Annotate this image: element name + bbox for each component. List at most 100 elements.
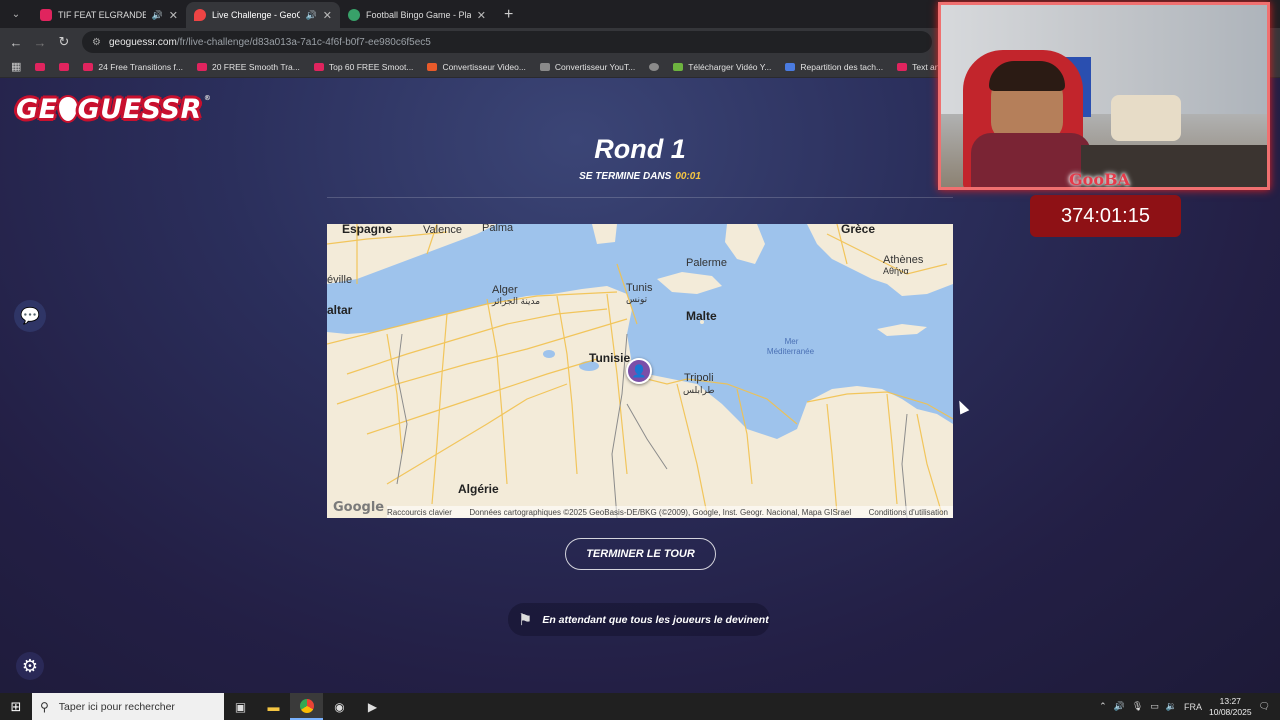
- network-icon[interactable]: ▭: [1150, 701, 1159, 712]
- bookmark-item[interactable]: [54, 62, 74, 71]
- map-label-mer: Mer: [784, 337, 799, 346]
- speaker-icon[interactable]: 🔉: [1166, 701, 1177, 712]
- map-label-espagne: Espagne: [342, 224, 393, 236]
- clock[interactable]: 13:27 10/08/2025: [1209, 696, 1252, 718]
- youtube-icon: [35, 62, 46, 71]
- keyboard-shortcuts-link[interactable]: Raccourcis clavier: [387, 508, 452, 517]
- file-explorer-icon[interactable]: ▬: [257, 693, 290, 720]
- keyboard-language[interactable]: FRA: [1184, 702, 1202, 712]
- windows-taskbar: ⊞ ⚲ Taper ici pour rechercher ▣ ▬ ◉ ▶ ⌃ …: [0, 693, 1280, 720]
- youtube-favicon-icon: [40, 9, 52, 21]
- youtube-icon: [196, 62, 207, 71]
- webcam-streamer-hair: [989, 61, 1065, 91]
- url-host: geoguessr.com: [108, 36, 177, 48]
- media-player-icon[interactable]: ▶: [356, 693, 389, 720]
- bookmark-label: Convertisseur Video...: [442, 61, 526, 72]
- map-label-tunis: Tunis: [626, 282, 653, 294]
- url-input[interactable]: ⚙ geoguessr.com/fr/live-challenge/d83a01…: [82, 31, 932, 53]
- obs-icon[interactable]: ◉: [323, 693, 356, 720]
- url-path: /fr/live-challenge/d83a013a-7a1c-4f6f-b0…: [176, 36, 431, 48]
- tab-title: Live Challenge - GeoGuessr: [212, 10, 300, 20]
- browser-tab-2[interactable]: Live Challenge - GeoGuessr 🔊 ✕: [186, 2, 340, 28]
- timer-value: 00:01: [675, 171, 701, 182]
- youtube-icon: [897, 62, 908, 71]
- map-label-athenes-greek: Αθήνα: [883, 266, 909, 276]
- player-guess-marker[interactable]: 👤: [626, 358, 652, 384]
- volume-icon[interactable]: 🔊: [1114, 701, 1125, 712]
- bookmark-item[interactable]: Convertisseur Video...: [422, 62, 530, 72]
- geoguessr-favicon-icon: [194, 9, 206, 21]
- tab-title: Football Bingo Game - Play No: [366, 10, 471, 20]
- map-label-mediterranee: Méditerranée: [766, 347, 815, 356]
- terms-of-use-link[interactable]: Conditions d'utilisation: [869, 508, 948, 517]
- settings-gear-icon[interactable]: ⚙: [16, 652, 44, 680]
- system-tray: ⌃ 🔊 🎙 ▭ 🔉 FRA 13:27 10/08/2025 🗨: [1099, 696, 1280, 718]
- speaker-icon[interactable]: 🔊: [152, 10, 163, 21]
- converter-icon: [427, 62, 438, 71]
- clock-date: 10/08/2025: [1209, 706, 1252, 717]
- bookmark-item[interactable]: [30, 62, 50, 71]
- map-label-tripoli: Tripoli: [684, 372, 714, 384]
- chrome-icon[interactable]: [290, 693, 323, 720]
- streamer-webcam: [938, 2, 1270, 190]
- bookmark-label: 20 FREE Smooth Tra...: [211, 61, 300, 72]
- globe-icon: [649, 62, 660, 71]
- bookmark-item[interactable]: Convertisseur YouT...: [535, 62, 640, 72]
- converter-icon: [539, 62, 550, 71]
- close-tab-icon[interactable]: ✕: [323, 9, 332, 22]
- finish-round-button[interactable]: TERMINER LE TOUR: [565, 538, 716, 570]
- map-label-athenes: Athènes: [883, 254, 924, 266]
- close-tab-icon[interactable]: ✕: [169, 9, 178, 22]
- waiting-status: ⚑ En attendant que tous les joueurs le d…: [508, 603, 770, 636]
- football-bingo-favicon-icon: [348, 9, 360, 21]
- new-tab-plus-icon[interactable]: +: [504, 6, 513, 24]
- map-label-tripoli-arabic: طرابلس: [683, 385, 715, 395]
- map-label-tunis-arabic: تونس: [626, 294, 648, 304]
- mouse-cursor-icon: [954, 398, 970, 415]
- microphone-icon[interactable]: 🎙: [1132, 701, 1143, 712]
- notifications-icon[interactable]: 🗨: [1259, 701, 1270, 712]
- browser-tab-3[interactable]: Football Bingo Game - Play No ✕: [340, 2, 494, 28]
- back-arrow-icon[interactable]: ←: [4, 35, 28, 50]
- webcam-couch: [1111, 95, 1181, 141]
- reload-icon[interactable]: ↻: [52, 34, 76, 50]
- map-label-palma: Palma: [482, 224, 514, 234]
- map-label-alger-arabic: مدينة الجزائر: [492, 296, 541, 306]
- bookmark-label: Convertisseur YouT...: [554, 61, 636, 72]
- map-label-tunisie: Tunisie: [589, 351, 631, 365]
- webcam-name-label: GooBA: [1069, 170, 1130, 189]
- bookmark-item[interactable]: Repartition des tach...: [780, 62, 888, 72]
- guess-map[interactable]: Espagne Valence Palma Grèce Palerme Athè…: [327, 224, 953, 518]
- map-label-algerie: Algérie: [458, 482, 499, 496]
- forward-arrow-icon[interactable]: →: [28, 35, 52, 50]
- map-label-altar: altar: [327, 303, 353, 317]
- bookmark-item[interactable]: Top 60 FREE Smoot...: [309, 62, 419, 72]
- youtube-icon: [59, 62, 70, 71]
- map-copyright: Données cartographiques ©2025 GeoBasis-D…: [469, 507, 852, 517]
- map-label-seville: éville: [327, 274, 353, 286]
- bookmark-item[interactable]: 20 FREE Smooth Tra...: [192, 62, 305, 72]
- task-view-icon[interactable]: ▣: [224, 693, 257, 720]
- chat-icon[interactable]: 💬: [14, 300, 46, 332]
- apps-grid-icon[interactable]: ▦: [6, 60, 26, 73]
- map-pin-icon: [58, 97, 77, 121]
- windows-start-icon[interactable]: ⊞: [0, 693, 32, 720]
- bookmark-item[interactable]: Télécharger Vidéo Y...: [668, 62, 776, 72]
- chevron-up-icon[interactable]: ⌃: [1099, 701, 1107, 712]
- map-label-malte: Malte: [686, 309, 717, 323]
- bookmark-label: Télécharger Vidéo Y...: [688, 61, 772, 72]
- search-icon: ⚲: [40, 699, 49, 714]
- site-info-icon[interactable]: ⚙: [92, 37, 101, 48]
- waiting-text: En attendant que tous les joueurs le dev…: [542, 613, 769, 626]
- geoguessr-logo[interactable]: GE GUESSR ®: [16, 94, 211, 125]
- bookmark-item[interactable]: 24 Free Transitions f...: [78, 62, 188, 72]
- browser-tab-1[interactable]: TIF FEAT ELGRANDETOTO - 🔊 ✕: [32, 2, 186, 28]
- chrome-logo-icon: [299, 698, 314, 713]
- google-logo: Google: [333, 500, 385, 515]
- bookmark-item[interactable]: [644, 62, 664, 71]
- tab-search-icon[interactable]: ⌄: [4, 2, 28, 26]
- map-label-valence: Valence: [423, 224, 462, 236]
- close-tab-icon[interactable]: ✕: [477, 9, 486, 22]
- speaker-icon[interactable]: 🔊: [306, 10, 317, 21]
- taskbar-search-input[interactable]: ⚲ Taper ici pour rechercher: [32, 693, 224, 720]
